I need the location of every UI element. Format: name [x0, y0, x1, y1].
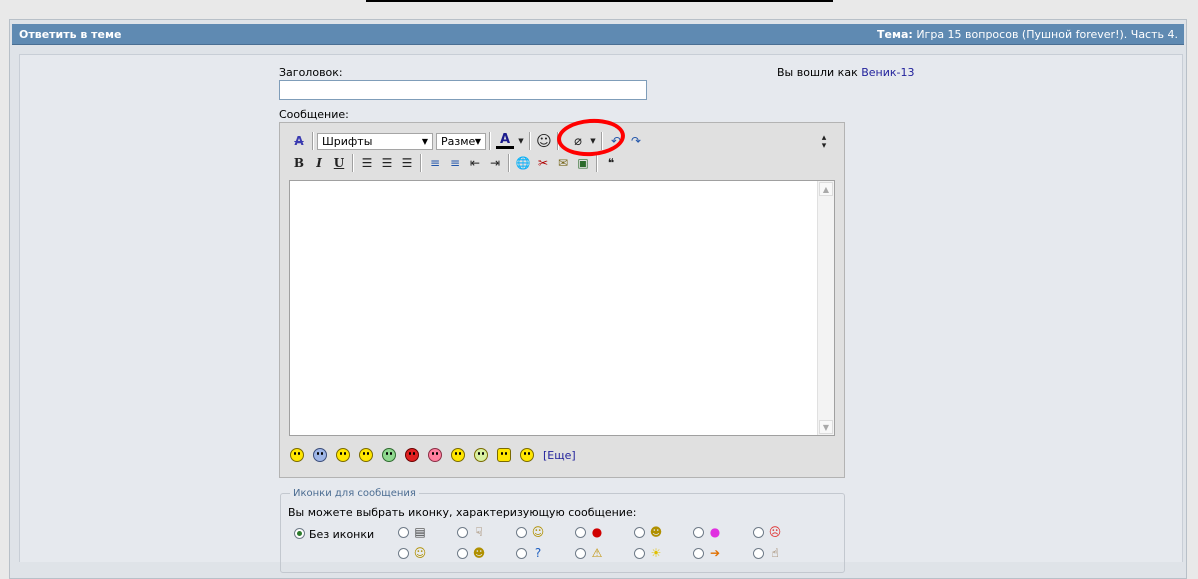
logged-in-prefix: Вы вошли как: [777, 66, 858, 79]
more-smilies-link[interactable]: [Еще]: [543, 449, 576, 462]
warning-icon: ⚠: [591, 546, 603, 560]
scroll-down-icon[interactable]: ▼: [819, 420, 833, 434]
thumbs-up-icon: ☝: [771, 546, 779, 560]
toolbar-separator: [596, 154, 598, 172]
topic-label: Тема:: [877, 28, 913, 41]
smilies-row: [Еще]: [290, 446, 576, 464]
resize-editor-icon[interactable]: ▴ ▾: [814, 132, 834, 152]
align-center-icon[interactable]: ☰: [377, 153, 397, 173]
icon-radio[interactable]: [753, 548, 764, 559]
icon-radio[interactable]: [398, 548, 409, 559]
bold-icon[interactable]: B: [289, 153, 309, 173]
smile-icon: ☺: [531, 525, 545, 539]
wave-icon[interactable]: [497, 448, 511, 462]
happy-icon: ☺: [413, 546, 427, 560]
blush-icon: ●: [709, 525, 721, 539]
arrow-icon: ➔: [709, 546, 721, 560]
icon-radio[interactable]: [575, 527, 586, 538]
size-select[interactable]: Разме ▼: [436, 132, 486, 150]
no-icon-label: Без иконки: [309, 528, 375, 541]
message-icons-hint: Вы можете выбрать иконку, характеризующу…: [288, 506, 637, 519]
align-left-icon[interactable]: ☰: [357, 153, 377, 173]
toolbar-separator: [312, 132, 314, 150]
font-select-value: Шрифты: [322, 134, 373, 148]
message-textarea[interactable]: ▲ ▼: [289, 180, 835, 436]
sad-icon[interactable]: [313, 448, 327, 462]
message-label: Сообщение:: [279, 108, 349, 121]
ordered-list-icon[interactable]: ≡: [425, 153, 445, 173]
question-icon: ?: [534, 546, 542, 560]
grin-icon: ☻: [649, 525, 663, 539]
topic-value: Игра 15 вопросов (Пушной forever!). Част…: [916, 28, 1178, 41]
toolbar-row-2: B I U ☰ ☰ ☰ ≡ ≡ ⇤ ⇥ 🌐 ✂ ✉ ▣ ❝: [289, 153, 621, 173]
icon-radio[interactable]: [753, 527, 764, 538]
italic-icon[interactable]: I: [309, 153, 329, 173]
indent-icon[interactable]: ⇥: [485, 153, 505, 173]
toolbar-separator: [420, 154, 422, 172]
toolbar-separator: [508, 154, 510, 172]
align-right-icon[interactable]: ☰: [397, 153, 417, 173]
icon-radio[interactable]: [575, 548, 586, 559]
message-icons-legend: Иконки для сообщения: [290, 488, 419, 499]
topic-info: Тема: Игра 15 вопросов (Пушной forever!)…: [877, 28, 1178, 41]
text-color-icon[interactable]: A: [494, 131, 516, 151]
remove-link-icon[interactable]: ✂: [533, 153, 553, 173]
username-link[interactable]: Веник-13: [861, 66, 914, 79]
logged-in-info: Вы вошли как Веник-13: [777, 66, 914, 79]
size-select-value: Разме: [441, 134, 476, 148]
eek-icon[interactable]: [474, 448, 488, 462]
quote-icon[interactable]: ❝: [601, 153, 621, 173]
underline-icon[interactable]: U: [329, 153, 349, 173]
insert-smiley-icon[interactable]: ☺: [534, 131, 554, 151]
chevron-down-icon: ▼: [474, 136, 482, 146]
document-icon: ▤: [414, 525, 426, 539]
insert-link-icon[interactable]: 🌐: [513, 153, 533, 173]
icon-radio[interactable]: [516, 527, 527, 538]
cool-icon[interactable]: [520, 448, 534, 462]
no-icon-radio[interactable]: [294, 528, 305, 539]
toolbar-separator: [529, 132, 531, 150]
chevron-down-icon[interactable]: ▼: [516, 131, 526, 151]
icon-radio[interactable]: [634, 548, 645, 559]
grin-icon[interactable]: [336, 448, 350, 462]
reply-header: Ответить в теме Тема: Игра 15 вопросов (…: [12, 24, 1184, 45]
title-label: Заголовок:: [279, 66, 343, 79]
toolbar-separator: [489, 132, 491, 150]
icon-radio[interactable]: [398, 527, 409, 538]
smile-icon[interactable]: [290, 448, 304, 462]
email-link-icon[interactable]: ✉: [553, 153, 573, 173]
angry-icon[interactable]: [405, 448, 419, 462]
thumbs-down-icon: ☟: [475, 525, 483, 539]
redo-icon[interactable]: ↷: [626, 131, 646, 151]
icon-radio[interactable]: [693, 548, 704, 559]
top-divider: [366, 0, 833, 2]
blush-icon[interactable]: [428, 448, 442, 462]
outdent-icon[interactable]: ⇤: [465, 153, 485, 173]
icon-radio[interactable]: [634, 527, 645, 538]
cool-icon: ☻: [472, 546, 486, 560]
icon-radio[interactable]: [693, 527, 704, 538]
scroll-up-icon[interactable]: ▲: [819, 182, 833, 196]
unordered-list-icon[interactable]: ≡: [445, 153, 465, 173]
icon-radio[interactable]: [516, 548, 527, 559]
mad-icon: ☹: [768, 525, 782, 539]
wink-icon[interactable]: [359, 448, 373, 462]
angry-icon: ●: [591, 525, 603, 539]
lightbulb-icon: ☀: [650, 546, 662, 560]
textarea-scrollbar[interactable]: ▲ ▼: [817, 181, 834, 435]
title-input[interactable]: [279, 80, 647, 100]
icon-radio[interactable]: [457, 527, 468, 538]
confused-icon[interactable]: [451, 448, 465, 462]
header-title: Ответить в теме: [19, 28, 122, 41]
toolbar-separator: [352, 154, 354, 172]
chevron-down-icon: ▼: [421, 136, 429, 146]
font-select[interactable]: Шрифты ▼: [317, 132, 433, 150]
icon-radio[interactable]: [457, 548, 468, 559]
remove-format-icon[interactable]: A: [289, 131, 309, 151]
teeth-icon[interactable]: [382, 448, 396, 462]
